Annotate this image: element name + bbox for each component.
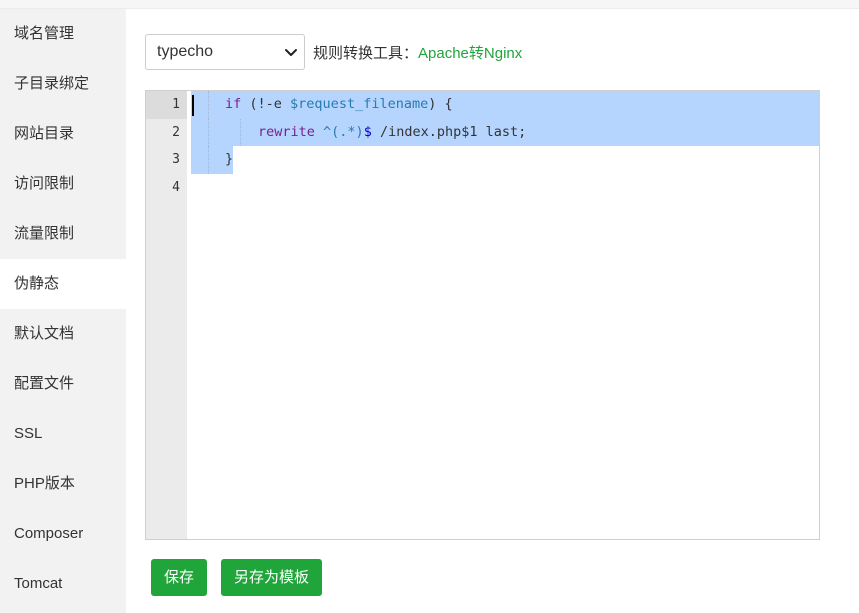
sidebar-item-composer[interactable]: Composer [0, 509, 126, 559]
line-number: 3 [172, 152, 180, 167]
code-text: } [225, 151, 234, 167]
chevron-down-icon [285, 49, 297, 56]
sidebar-item-domain[interactable]: 域名管理 [0, 9, 126, 59]
sidebar-item-default-document[interactable]: 默认文档 [0, 309, 126, 359]
sidebar-item-config-file[interactable]: 配置文件 [0, 359, 126, 409]
site-settings-sidebar: 域名管理 子目录绑定 网站目录 访问限制 流量限制 伪静态 默认文档 配置文件 … [0, 9, 126, 613]
save-as-template-button[interactable]: 另存为模板 [221, 559, 323, 596]
rewrite-toolbar: typecho 规则转换工具： Apache转Nginx [145, 34, 522, 70]
code-line-2: rewrite ^(.*)$ /index.php$1 last; [187, 119, 526, 147]
rewrite-template-value: typecho [157, 43, 214, 60]
sidebar-item-site-directory[interactable]: 网站目录 [0, 109, 126, 159]
save-button[interactable]: 保存 [151, 559, 208, 596]
rewrite-template-select[interactable]: typecho [145, 34, 305, 70]
line-number: 1 [146, 91, 187, 119]
sidebar-item-subdirectory-binding[interactable]: 子目录绑定 [0, 59, 126, 109]
code-text: (!-e [241, 96, 291, 112]
code-variable: $request_filename [290, 96, 429, 112]
sidebar-item-ssl[interactable]: SSL [0, 409, 126, 459]
code-line-1: if (!-e $request_filename) { [187, 91, 453, 119]
sidebar-item-tomcat[interactable]: Tomcat [0, 559, 126, 609]
code-keyword: rewrite [258, 123, 315, 140]
apache-to-nginx-link[interactable]: Apache转Nginx [418, 42, 522, 63]
rule-converter-label: 规则转换工具： [313, 44, 419, 62]
code-line-3: } [187, 146, 233, 174]
top-divider [0, 0, 859, 9]
rewrite-panel: typecho 规则转换工具： Apache转Nginx 1 2 3 4 if … [126, 9, 859, 613]
code-anchor: $ [363, 123, 372, 140]
sidebar-item-php-version[interactable]: PHP版本 [0, 459, 126, 509]
sidebar-item-traffic-limit[interactable]: 流量限制 [0, 209, 126, 259]
code-editor[interactable]: 1 2 3 4 if (!-e $request_filename) { rew… [145, 90, 820, 540]
text-cursor [192, 95, 194, 116]
code-keyword: if [225, 96, 242, 112]
code-regex: ^(.*) [314, 123, 364, 140]
line-number: 2 [172, 124, 180, 140]
sidebar-item-access-limit[interactable]: 访问限制 [0, 159, 126, 209]
sidebar-item-rewrite[interactable]: 伪静态 [0, 259, 126, 309]
code-text: ) { [428, 96, 453, 112]
code-text: /index.php$1 last; [371, 123, 527, 140]
line-number: 4 [172, 179, 180, 195]
